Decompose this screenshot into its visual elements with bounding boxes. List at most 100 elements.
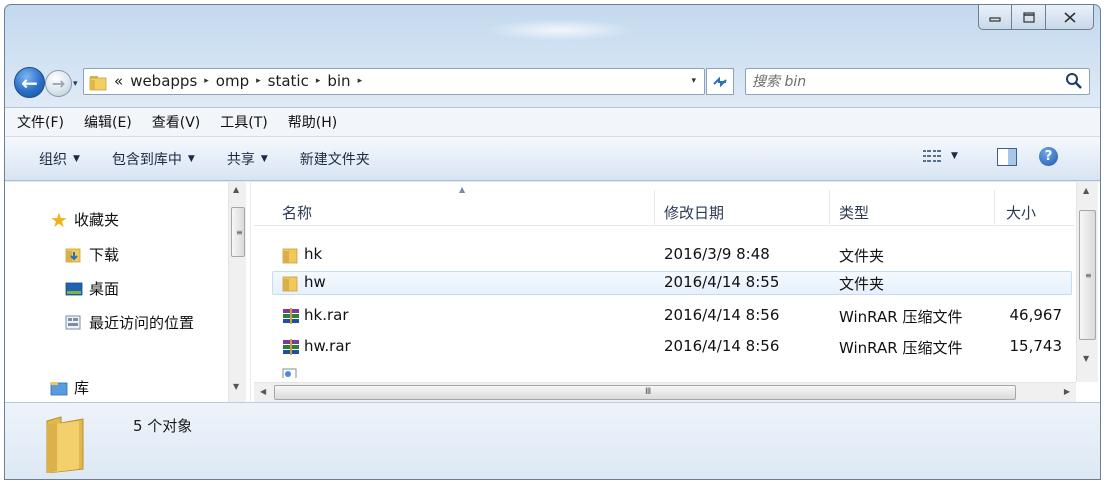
details-pane: 5 个对象 — [5, 402, 1100, 479]
file-name: hk.rar — [304, 306, 349, 324]
column-header-row: ▲ 名称 修改日期 类型 大小 — [254, 182, 1074, 226]
command-bar: 组织 ▼ 包含到库中 ▼ 共享 ▼ 新建文件夹 ▼ ? — [5, 137, 1100, 181]
preview-pane-icon[interactable] — [997, 148, 1017, 166]
nav-downloads[interactable]: 下载 — [65, 244, 119, 265]
recent-places-icon — [65, 315, 81, 329]
file-list-vertical-scrollbar[interactable]: ▲ ≡ ▼ — [1076, 182, 1098, 382]
close-icon — [1063, 11, 1076, 23]
nav-recent-places[interactable]: 最近访问的位置 — [65, 312, 194, 333]
grip-icon: Ⅲ — [645, 387, 652, 397]
column-divider[interactable] — [829, 190, 830, 226]
file-size: 46,967 — [1009, 306, 1063, 324]
maximize-button[interactable] — [1012, 5, 1046, 30]
nav-downloads-label: 下载 — [89, 246, 120, 264]
breadcrumb: « webapps ▸ omp ▸ static ▸ bin ▸ — [114, 72, 362, 90]
search-input[interactable] — [752, 71, 1052, 92]
file-modified: 2016/4/14 8:56 — [664, 306, 780, 324]
dropdown-arrow-icon: ▼ — [187, 153, 195, 164]
include-in-library-button[interactable]: 包含到库中 ▼ — [112, 149, 195, 169]
menu-edit[interactable]: 编辑(E) — [84, 112, 132, 132]
nav-pane-scrollbar[interactable]: ▲ ≡ ▼ — [228, 182, 246, 402]
nav-favorites[interactable]: ★ 收藏夹 — [50, 209, 119, 230]
title-bar[interactable] — [5, 5, 1100, 57]
scroll-up-icon[interactable]: ▲ — [1083, 186, 1089, 195]
chevron-right-icon[interactable]: ▸ — [358, 76, 363, 86]
menu-bar: 文件(F) 编辑(E) 查看(V) 工具(T) 帮助(H) — [5, 107, 1100, 137]
file-row[interactable]: hk 2016/3/9 8:48 文件夹 — [272, 243, 1072, 267]
breadcrumb-omp[interactable]: omp — [216, 72, 249, 90]
file-type: WinRAR 压缩文件 — [839, 339, 963, 357]
search-box[interactable] — [745, 68, 1090, 95]
grip-icon: ≡ — [1085, 271, 1092, 280]
history-dropdown-icon[interactable]: ▾ — [73, 79, 78, 89]
file-list: ▲ 名称 修改日期 类型 大小 hk 2016/3/9 8:48 文件夹 hw … — [254, 182, 1100, 402]
file-row[interactable]: hw.rar 2016/4/14 8:56 WinRAR 压缩文件 15,743 — [272, 335, 1072, 359]
breadcrumb-static[interactable]: static — [268, 72, 309, 90]
organize-button[interactable]: 组织 ▼ — [39, 149, 80, 169]
change-view-button[interactable]: ▼ — [923, 149, 958, 163]
scrollbar-thumb[interactable]: Ⅲ — [274, 385, 1016, 400]
column-header-name[interactable]: 名称 — [282, 202, 312, 223]
scroll-down-icon[interactable]: ▼ — [233, 382, 239, 391]
forward-button[interactable]: → — [45, 70, 72, 97]
scroll-right-icon[interactable]: ▶ — [1064, 387, 1070, 396]
forward-arrow-icon: → — [51, 74, 66, 93]
file-name: hk — [304, 245, 323, 263]
dropdown-arrow-icon: ▼ — [260, 153, 268, 164]
search-icon[interactable] — [1065, 72, 1083, 90]
window-title — [485, 19, 635, 41]
column-divider[interactable] — [994, 190, 995, 226]
scroll-up-icon[interactable]: ▲ — [233, 185, 239, 194]
menu-help[interactable]: 帮助(H) — [288, 112, 337, 132]
breadcrumb-webapps[interactable]: webapps — [130, 72, 197, 90]
close-button[interactable] — [1046, 5, 1094, 30]
scroll-down-icon[interactable]: ▼ — [1083, 354, 1089, 363]
folder-icon — [89, 76, 107, 91]
back-button[interactable]: ← — [14, 67, 45, 98]
file-row-partial[interactable] — [272, 368, 1072, 378]
downloads-folder-icon — [65, 248, 81, 262]
address-bar[interactable]: « webapps ▸ omp ▸ static ▸ bin ▸ ▾ — [83, 68, 705, 95]
scroll-left-icon[interactable]: ◀ — [260, 387, 266, 396]
nav-libraries[interactable]: 库 — [50, 377, 89, 398]
file-type: 文件夹 — [839, 275, 885, 293]
breadcrumb-overflow[interactable]: « — [114, 72, 123, 90]
nav-recent-places-label: 最近访问的位置 — [89, 314, 195, 332]
nav-favorites-label: 收藏夹 — [73, 211, 119, 229]
column-header-modified[interactable]: 修改日期 — [664, 202, 724, 223]
address-dropdown-icon[interactable]: ▾ — [691, 76, 696, 86]
file-row[interactable]: hw 2016/4/14 8:55 文件夹 — [272, 271, 1072, 295]
dropdown-arrow-icon: ▼ — [73, 153, 80, 164]
chevron-right-icon[interactable]: ▸ — [316, 76, 321, 86]
column-header-type[interactable]: 类型 — [839, 202, 869, 223]
share-button[interactable]: 共享 ▼ — [227, 149, 268, 169]
libraries-icon — [50, 381, 68, 395]
winrar-icon — [283, 339, 299, 355]
refresh-button[interactable] — [706, 68, 734, 95]
nav-desktop[interactable]: 桌面 — [65, 278, 119, 299]
back-arrow-icon: ← — [21, 70, 38, 95]
breadcrumb-bin[interactable]: bin — [327, 72, 350, 90]
chevron-right-icon[interactable]: ▸ — [204, 76, 209, 86]
menu-view[interactable]: 查看(V) — [152, 112, 201, 132]
help-icon[interactable]: ? — [1039, 147, 1058, 166]
menu-tools[interactable]: 工具(T) — [220, 112, 267, 132]
caption-buttons — [978, 5, 1094, 30]
column-header-size[interactable]: 大小 — [1006, 202, 1036, 223]
column-divider[interactable] — [654, 190, 655, 226]
scrollbar-thumb[interactable]: ≡ — [1079, 210, 1096, 340]
menu-file[interactable]: 文件(F) — [17, 112, 64, 132]
navigation-bar: ← → ▾ « webapps ▸ omp ▸ static ▸ bin ▸ ▾ — [5, 57, 1100, 107]
large-folder-icon — [46, 416, 84, 473]
chevron-right-icon[interactable]: ▸ — [256, 76, 261, 86]
file-list-horizontal-scrollbar[interactable]: ◀ Ⅲ ▶ — [254, 382, 1076, 402]
sort-ascending-icon: ▲ — [459, 185, 466, 194]
new-folder-label: 新建文件夹 — [299, 151, 370, 168]
refresh-icon — [713, 76, 727, 87]
nav-desktop-label: 桌面 — [89, 280, 120, 298]
winrar-icon — [283, 308, 299, 324]
new-folder-button[interactable]: 新建文件夹 — [300, 149, 370, 169]
scrollbar-thumb[interactable]: ≡ — [231, 207, 245, 257]
minimize-button[interactable] — [978, 5, 1012, 30]
file-row[interactable]: hk.rar 2016/4/14 8:56 WinRAR 压缩文件 46,967 — [272, 304, 1072, 328]
